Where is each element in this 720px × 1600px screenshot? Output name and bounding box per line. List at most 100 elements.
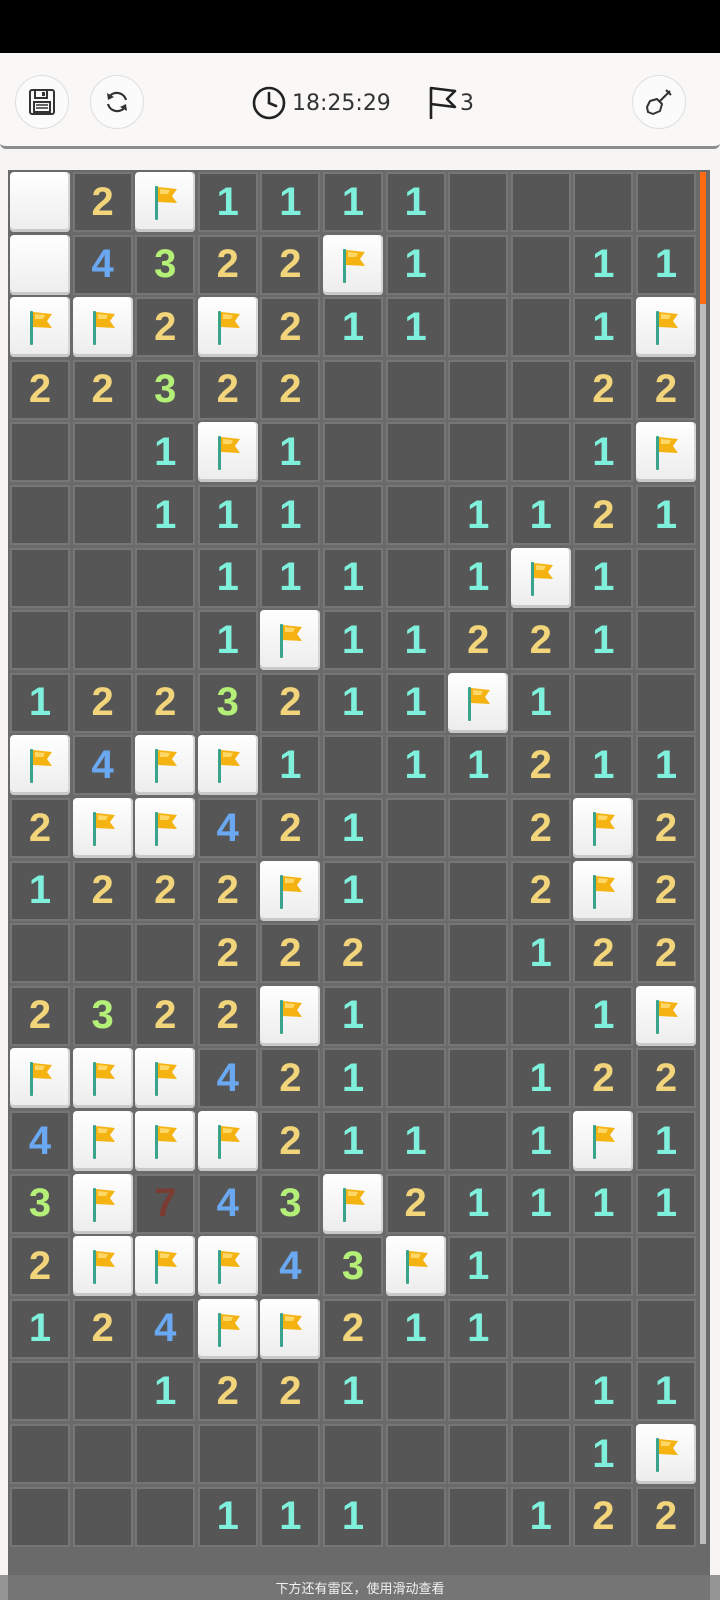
- cell-flagged[interactable]: [135, 172, 196, 232]
- cell-number[interactable]: 1: [385, 234, 446, 295]
- cell-empty[interactable]: [448, 422, 509, 483]
- cell-empty[interactable]: [448, 1486, 509, 1547]
- cell-empty[interactable]: [323, 359, 383, 420]
- cell-number[interactable]: 1: [573, 985, 634, 1046]
- cell-flagged[interactable]: [636, 985, 696, 1046]
- cell-number[interactable]: 2: [260, 359, 321, 420]
- cell-number[interactable]: 1: [573, 735, 634, 796]
- cell-empty[interactable]: [72, 1424, 133, 1484]
- cell-number[interactable]: 2: [72, 672, 133, 733]
- cell-flagged[interactable]: [323, 1173, 383, 1234]
- cell-number[interactable]: 1: [636, 1111, 696, 1171]
- cell-number[interactable]: 2: [636, 798, 696, 858]
- cell-number[interactable]: 2: [323, 1298, 383, 1359]
- cell-number[interactable]: 1: [448, 547, 509, 608]
- cell-number[interactable]: 1: [135, 422, 196, 483]
- cell-number[interactable]: 4: [260, 1236, 321, 1297]
- cell-number[interactable]: 1: [260, 172, 321, 232]
- cell-number[interactable]: 2: [448, 610, 509, 671]
- cell-number[interactable]: 4: [72, 735, 133, 796]
- cell-flagged[interactable]: [72, 1173, 133, 1234]
- cell-number[interactable]: 2: [573, 359, 634, 420]
- cell-flagged[interactable]: [636, 297, 696, 358]
- cell-flagged[interactable]: [72, 297, 133, 358]
- cell-number[interactable]: 1: [510, 1111, 571, 1171]
- cell-empty[interactable]: [510, 172, 571, 232]
- cell-number[interactable]: 2: [72, 172, 133, 232]
- cell-number[interactable]: 7: [135, 1173, 196, 1234]
- cell-number[interactable]: 2: [636, 1486, 696, 1547]
- cell-number[interactable]: 1: [573, 1173, 634, 1234]
- cell-number[interactable]: 1: [636, 1361, 696, 1422]
- cell-number[interactable]: 2: [197, 985, 258, 1046]
- cell-number[interactable]: 2: [260, 672, 321, 733]
- cell-empty[interactable]: [510, 1298, 571, 1359]
- cell-empty[interactable]: [385, 798, 446, 858]
- cell-empty[interactable]: [448, 359, 509, 420]
- cell-number[interactable]: 1: [448, 1236, 509, 1297]
- cell-empty[interactable]: [72, 1361, 133, 1422]
- cell-number[interactable]: 1: [510, 923, 571, 984]
- cell-number[interactable]: 1: [323, 1486, 383, 1547]
- cell-number[interactable]: 1: [260, 422, 321, 483]
- cell-number[interactable]: 2: [573, 923, 634, 984]
- cell-number[interactable]: 2: [135, 860, 196, 921]
- cell-empty[interactable]: [135, 610, 196, 671]
- cell-empty[interactable]: [385, 860, 446, 921]
- cell-number[interactable]: 1: [385, 297, 446, 358]
- cell-number[interactable]: 2: [260, 297, 321, 358]
- cell-flagged[interactable]: [573, 1111, 634, 1171]
- cell-empty[interactable]: [510, 985, 571, 1046]
- cell-number[interactable]: 1: [323, 860, 383, 921]
- cell-number[interactable]: 1: [135, 1361, 196, 1422]
- cell-empty[interactable]: [510, 1361, 571, 1422]
- scrollbar-track[interactable]: [700, 304, 706, 1544]
- cell-empty[interactable]: [72, 923, 133, 984]
- cell-empty[interactable]: [636, 172, 696, 232]
- cell-empty[interactable]: [72, 485, 133, 545]
- cell-number[interactable]: 1: [636, 234, 696, 295]
- cell-flagged[interactable]: [10, 735, 70, 796]
- cell-number[interactable]: 1: [323, 297, 383, 358]
- cell-empty[interactable]: [135, 923, 196, 984]
- cell-number[interactable]: 4: [10, 1111, 70, 1171]
- cell-empty[interactable]: [323, 422, 383, 483]
- cell-empty[interactable]: [448, 1048, 509, 1109]
- cell-flagged[interactable]: [636, 422, 696, 483]
- cell-number[interactable]: 3: [323, 1236, 383, 1297]
- cell-number[interactable]: 1: [573, 234, 634, 295]
- cell-number[interactable]: 2: [510, 798, 571, 858]
- cell-empty[interactable]: [573, 672, 634, 733]
- cell-number[interactable]: 1: [573, 422, 634, 483]
- cell-flagged[interactable]: [135, 1236, 196, 1297]
- cell-number[interactable]: 2: [260, 1361, 321, 1422]
- cell-number[interactable]: 1: [323, 798, 383, 858]
- cell-number[interactable]: 2: [72, 860, 133, 921]
- cell-number[interactable]: 1: [636, 485, 696, 545]
- cell-flagged[interactable]: [260, 860, 321, 921]
- cell-number[interactable]: 2: [135, 672, 196, 733]
- cell-empty[interactable]: [323, 485, 383, 545]
- cell-empty[interactable]: [510, 1236, 571, 1297]
- cell-number[interactable]: 1: [323, 172, 383, 232]
- cell-flagged[interactable]: [260, 610, 321, 671]
- cell-flagged[interactable]: [448, 672, 509, 733]
- cell-empty[interactable]: [72, 547, 133, 608]
- cell-empty[interactable]: [323, 735, 383, 796]
- cell-number[interactable]: 1: [260, 485, 321, 545]
- shovel-button[interactable]: [632, 75, 686, 129]
- cell-number[interactable]: 2: [135, 985, 196, 1046]
- cell-number[interactable]: 1: [636, 735, 696, 796]
- cell-number[interactable]: 4: [197, 798, 258, 858]
- cell-empty[interactable]: [10, 1486, 70, 1547]
- cell-flagged[interactable]: [260, 985, 321, 1046]
- cell-number[interactable]: 2: [197, 923, 258, 984]
- cell-empty[interactable]: [448, 1424, 509, 1484]
- cell-empty[interactable]: [636, 610, 696, 671]
- cell-flagged[interactable]: [72, 1048, 133, 1109]
- cell-number[interactable]: 2: [636, 359, 696, 420]
- cell-empty[interactable]: [72, 422, 133, 483]
- cell-flagged[interactable]: [135, 798, 196, 858]
- cell-empty[interactable]: [448, 297, 509, 358]
- cell-number[interactable]: 1: [197, 547, 258, 608]
